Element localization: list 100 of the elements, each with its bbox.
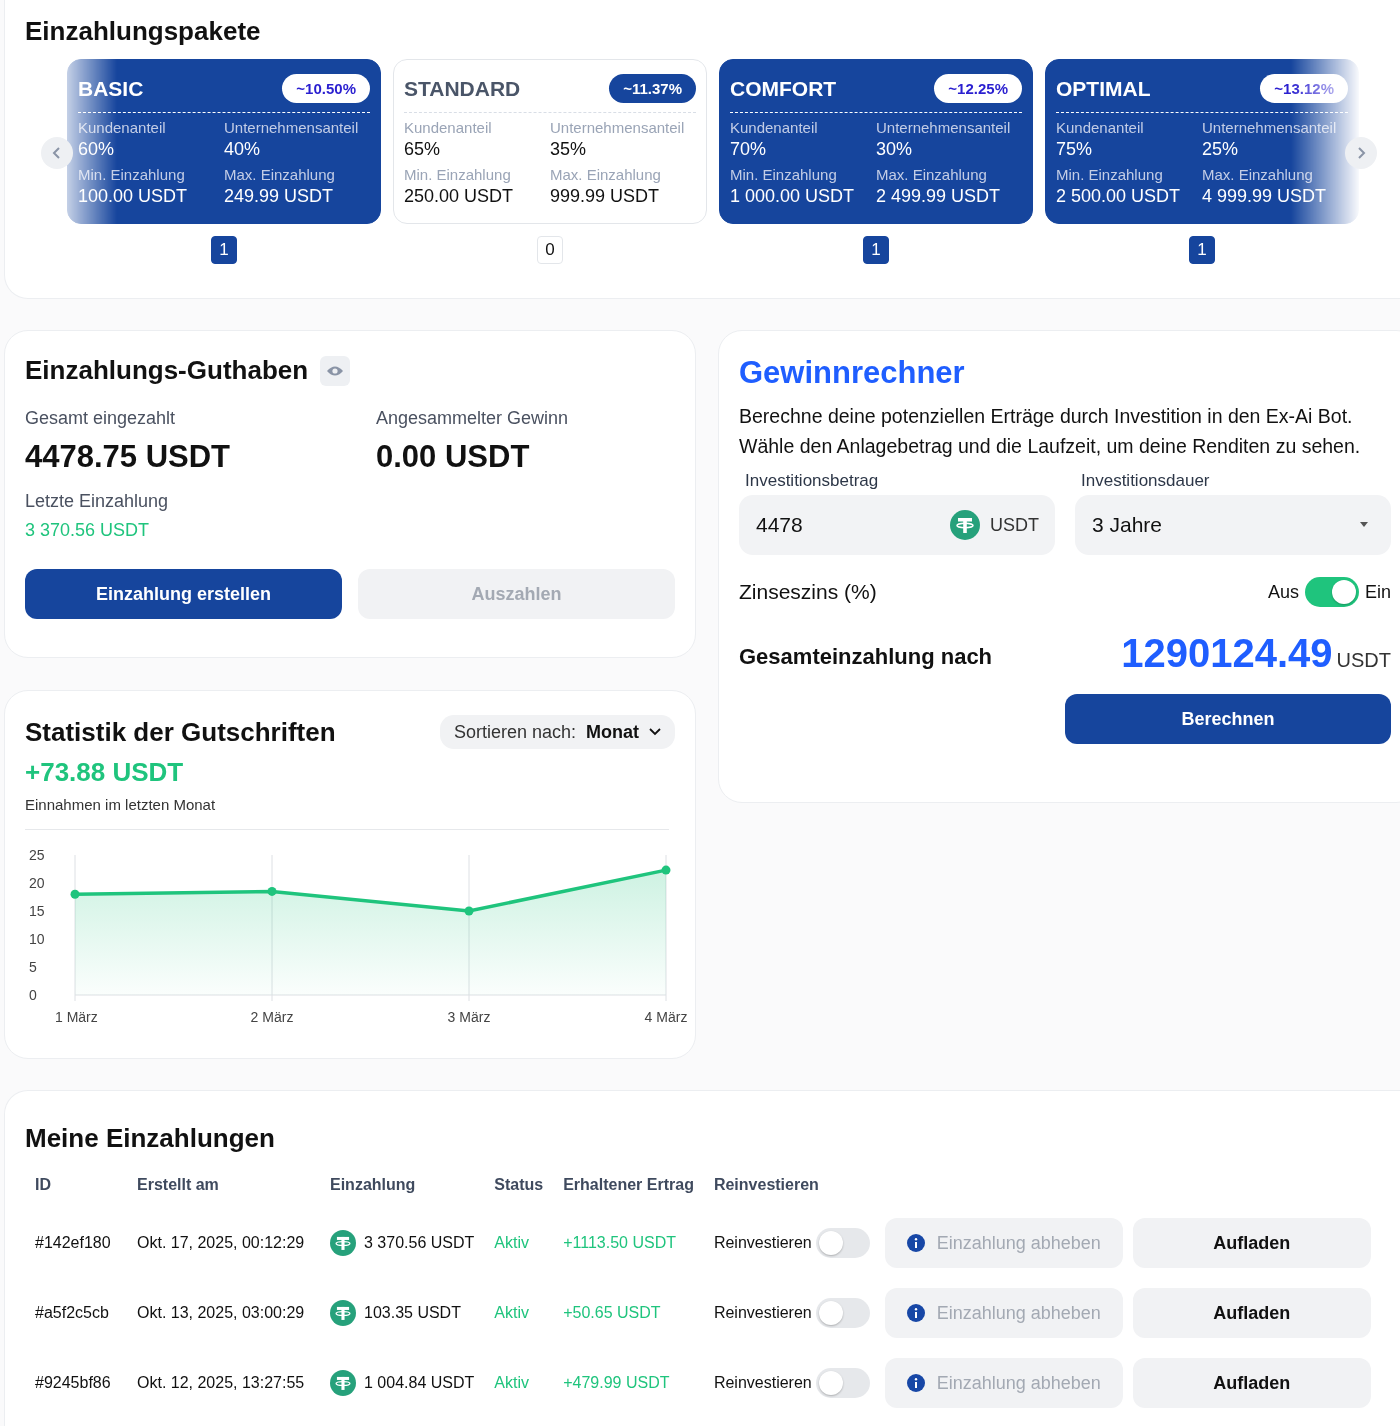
token-icon [330,1300,356,1326]
field-value: 2 499.99 USDT [876,186,1002,207]
field-label: Kundenanteil [730,119,819,136]
field-value: 60% [78,139,116,160]
section-title: Statistik der Gutschriften [25,716,336,748]
axis-tick-label: 10 [29,931,45,947]
table-cell: 103.35 USDT [364,1304,461,1322]
chevron-down-icon [649,728,661,736]
axis-tick-label: 3 März [447,1009,491,1025]
stat-value: 0.00 USDT [376,439,531,475]
field-label: Max. Einzahlung [876,166,988,183]
field-value: 999.99 USDT [550,186,661,207]
package-name: COMFORT [730,76,837,101]
result-unit: USDT [1336,649,1391,672]
field-value: 250.00 USDT [404,186,515,207]
token-icon [330,1230,356,1256]
income-amount: +73.88 USDT [25,757,185,788]
token-icon [330,1370,356,1396]
compound-toggle[interactable] [1305,577,1359,607]
field-value: 25% [1202,139,1240,160]
eye-icon[interactable] [320,355,351,386]
field-value: 2 500.00 USDT [1056,186,1182,207]
data-point [661,865,671,875]
status-text: Aktiv [494,1304,529,1321]
last-deposit-value: 3 370.56 USDT [25,520,151,541]
token-icon [950,510,980,540]
field-value: 30% [876,139,914,160]
field-value: 249.99 USDT [224,186,335,207]
stat-label: Letzte Einzahlung [25,491,170,512]
package-name: BASIC [78,76,144,101]
field-value: 70% [730,139,768,160]
table-cell: +1113.50 USDT [563,1234,676,1251]
info-icon [906,1374,925,1392]
package-name: STANDARD [404,76,521,101]
deposit-button[interactable]: Einzahlung erstellen [25,569,342,619]
off-label: Aus [1267,581,1299,603]
field-label: Max. Einzahlung [224,166,336,183]
field-value: 35% [550,139,588,160]
reinvest-toggle[interactable] [815,1368,870,1398]
table-cell: Okt. 13, 2025, 03:00:29 [137,1304,305,1321]
income-caption: Einnahmen im letzten Monat [25,796,217,813]
status-text: Aktiv [494,1374,529,1391]
field-label: Unternehmensanteil [224,119,360,136]
axis-tick-label: 0 [29,987,37,1003]
result-label: Gesamteinzahlung nach [739,644,993,670]
reinvest-toggle[interactable] [815,1298,870,1328]
field-label: Unternehmensanteil [876,119,1012,136]
info-icon [906,1304,925,1322]
table-cell: #9245bf86 [35,1374,111,1391]
calculator-title: Gewinnrechner [739,355,966,391]
duration-dropdown[interactable]: 3 Jahre [1075,495,1391,555]
data-point [267,886,277,896]
section-title: Einzahlungspakete [25,16,262,47]
field-label: Kundenanteil [1056,119,1145,136]
table-cell: #142ef180 [35,1234,111,1251]
calculate-button[interactable]: Berechnen [1065,694,1391,744]
table-cell: +479.99 USDT [563,1374,670,1391]
field-value: 1 000.00 USDT [730,186,856,207]
reinvest-label: Reinvestieren [713,1234,812,1252]
chevron-right-icon [1355,146,1367,160]
amount-field[interactable]: 4478 USDT [739,495,1055,555]
count-badge: 1 [1189,236,1215,264]
section-title: Meine Einzahlungen [25,1123,276,1154]
description: Berechne deine potenziellen Erträge durch Investition in den Ex-Ai Bot. Wähle den Anlagebetrag und die Laufzeit, um deine Renditen zu sehen. [739,404,1362,459]
top-up-button[interactable]: Aufladen [1132,1288,1371,1338]
axis-tick-label: 5 [29,959,37,975]
axis-tick-label: 20 [29,875,45,891]
table-cell: Okt. 12, 2025, 13:27:55 [137,1374,305,1391]
field-label: Min. Einzahlung [78,166,186,183]
count-badge: 1 [863,236,889,264]
axis-tick-label: 4 März [644,1009,688,1025]
info-icon [906,1234,925,1252]
rate-pill: ~12.25% [934,74,1022,103]
status-text: Aktiv [494,1234,529,1251]
field-value: 100.00 USDT [78,186,189,207]
table-cell: 1 004.84 USDT [364,1374,475,1392]
field-value: 65% [404,139,442,160]
stat-label: Gesamt eingezahlt [25,408,177,429]
result-value: 1290124.49 [1121,631,1333,676]
next-button[interactable] [1345,137,1377,169]
axis-tick-label: 15 [29,903,45,919]
top-up-button[interactable]: Aufladen [1132,1218,1371,1268]
top-up-button[interactable]: Aufladen [1132,1358,1371,1408]
axis-tick-label: 2 März [250,1009,294,1025]
count-badge: 1 [211,236,237,264]
caret-down-icon [1359,522,1369,528]
reinvest-toggle[interactable] [815,1228,870,1258]
package-card[interactable]: COMFORT ~12.25% Kundenanteil 70% Unternehmensanteil 30% Min. Einzahlung 1 000.00 USDT Max. Einzahlung 2 499.99 USDT [719,59,1033,224]
package-card[interactable]: STANDARD ~11.37% Kundenanteil 65% Unternehmensanteil 35% Min. Einzahlung 250.00 USDT Max. Einzahlung 999.99 USDT [393,59,707,224]
field-label: Investitionsdauer [1081,471,1211,491]
field-value: 40% [224,139,262,160]
sort-dropdown[interactable]: Sortieren nach: Monat [439,715,675,749]
column-header: Erhaltener Ertrag [563,1176,694,1193]
column-header: Status [494,1176,544,1193]
column-header: Reinvestieren [713,1176,819,1193]
previous-button[interactable] [41,137,73,169]
field-label: Max. Einzahlung [550,166,662,183]
field-label: Min. Einzahlung [404,166,512,183]
field-label: Min. Einzahlung [730,166,838,183]
column-header: ID [35,1176,51,1193]
